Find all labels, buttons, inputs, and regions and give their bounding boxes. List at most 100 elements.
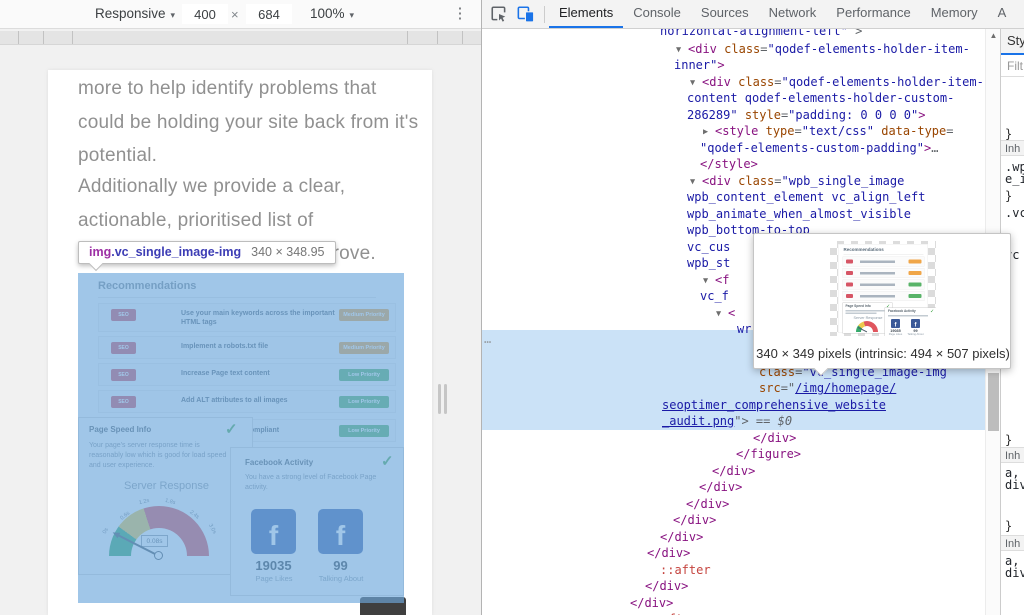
code-line[interactable]: ▼<div class="wpb_single_image — [690, 173, 904, 190]
code-line[interactable]: </div> — [647, 545, 690, 562]
scrollbar-up-icon[interactable]: ▲ — [986, 31, 1001, 40]
tab-styles[interactable]: Sty — [1007, 33, 1024, 48]
tooltip-class-name: .vc_single_image-img — [111, 245, 241, 259]
code-line[interactable]: wpb_content_element vc_align_left — [687, 189, 925, 206]
style-fragment[interactable]: e_i — [1005, 173, 1024, 186]
resize-drag-handle[interactable] — [438, 384, 450, 414]
code-line[interactable]: ▼<div class="qodef-elements-holder-item- — [676, 41, 970, 58]
code-line[interactable]: ▼<f — [703, 272, 729, 289]
code-line[interactable]: </div> — [712, 463, 755, 480]
style-fragment[interactable]: } — [1005, 519, 1012, 533]
inspect-element-icon[interactable] — [490, 5, 508, 23]
code-line[interactable]: ▶<style type="text/css" data-type= — [703, 123, 953, 140]
code-line[interactable]: ▼<div class="qodef-elements-holder-item- — [690, 74, 984, 91]
code-line[interactable]: wpb_animate_when_almost_visible — [687, 206, 911, 223]
filter-placeholder: Filt — [1007, 59, 1023, 73]
style-fragment[interactable]: } — [1005, 189, 1012, 203]
code-line[interactable]: </div> — [645, 578, 688, 595]
code-line[interactable]: horizontal-alignment-left" > — [660, 29, 862, 40]
code-line[interactable]: </style> — [700, 156, 758, 173]
code-line[interactable]: ::after — [647, 611, 698, 615]
style-fragment[interactable]: div — [1005, 567, 1024, 580]
tab-performance[interactable]: Performance — [826, 0, 920, 28]
seo-badge — [846, 271, 853, 275]
stat-label: Page Likes — [887, 333, 905, 336]
style-fragment[interactable]: Inh — [1001, 447, 1024, 463]
dimension-separator: × — [231, 7, 239, 22]
viewport-width-input[interactable] — [182, 4, 228, 24]
seo-badge — [846, 260, 853, 264]
code-line[interactable]: 286289" style="padding: 0 0 0 0"> — [687, 107, 925, 124]
text-bar — [846, 310, 886, 312]
thumbnail-checkerboard: Recommendations Page Speed Info ✓ Server… — [830, 241, 936, 336]
text-bar — [860, 295, 895, 298]
mini-heading: Recommendations — [844, 247, 884, 252]
paragraph: more to help identify problems thatcould… — [78, 72, 418, 173]
scrollbar-thumb[interactable] — [988, 373, 999, 431]
style-fragment[interactable]: .vc — [1005, 207, 1024, 220]
style-fragment[interactable]: div — [1005, 479, 1024, 492]
priority-badge — [909, 283, 922, 287]
devtools-window: Responsive▾ × 100%▾ ⋮ more to help ident… — [0, 0, 1024, 615]
code-line[interactable]: _audit.png"> == $0 — [662, 413, 792, 430]
style-fragment[interactable]: Inh — [1001, 535, 1024, 551]
priority-badge — [909, 271, 922, 275]
device-type-dropdown[interactable]: Responsive▾ — [95, 6, 175, 21]
device-type-label: Responsive — [95, 6, 166, 21]
text-line: actionable, prioritised list of — [78, 204, 376, 238]
text-bar — [888, 315, 928, 317]
mini-facebook-card: Facebook Activity ✓ f f 19035 99 Page Li… — [885, 308, 937, 337]
facebook-icon: f — [891, 319, 900, 328]
thumbnail-content: Recommendations Page Speed Info ✓ Server… — [838, 244, 928, 333]
code-line[interactable]: content qodef-elements-holder-custom- — [687, 90, 954, 107]
tab-elements[interactable]: Elements — [549, 0, 623, 28]
code-line[interactable]: vc_cus — [687, 239, 730, 256]
code-line[interactable]: </div> — [660, 529, 703, 546]
tab-network[interactable]: Network — [759, 0, 827, 28]
viewport-height-input[interactable] — [246, 4, 292, 24]
mini-gauge — [856, 321, 878, 332]
code-line[interactable]: </figure> — [736, 446, 801, 463]
code-line[interactable]: … — [484, 331, 492, 348]
code-line[interactable]: </div> — [673, 512, 716, 529]
code-line[interactable]: wpb_st — [687, 255, 730, 272]
style-fragment[interactable]: } — [1005, 433, 1012, 447]
devtools-tabs: ElementsConsoleSourcesNetworkPerformance… — [549, 0, 1016, 28]
text-line: more to help identify problems that — [78, 72, 418, 106]
code-line[interactable]: ▼< — [716, 305, 735, 322]
code-line[interactable]: </div> — [630, 595, 673, 612]
devtools-tab-bar: ElementsConsoleSourcesNetworkPerformance… — [481, 0, 1024, 29]
text-line: could be holding your site back from it'… — [78, 106, 418, 140]
mini-row — [843, 257, 925, 267]
page-viewport: more to help identify problems thatcould… — [48, 70, 432, 615]
code-line[interactable]: </div> — [686, 496, 729, 513]
mini-row — [843, 268, 925, 278]
tab-a[interactable]: A — [988, 0, 1017, 28]
code-line[interactable]: inner"> — [674, 57, 725, 74]
code-line[interactable]: </div> — [753, 430, 796, 447]
code-line[interactable]: "qodef-elements-custom-padding">… — [700, 140, 938, 157]
mini-row-list — [843, 257, 925, 303]
text-bar — [860, 272, 895, 275]
tab-sources[interactable]: Sources — [691, 0, 759, 28]
style-fragment[interactable]: } — [1005, 127, 1012, 141]
card-title: Facebook Activity — [888, 310, 916, 314]
code-line[interactable]: wr — [737, 321, 751, 338]
audit-image-thumbnail: Recommendations Page Speed Info ✓ Server… — [830, 241, 936, 336]
chevron-down-icon: ▾ — [350, 10, 355, 20]
text-bar — [860, 284, 895, 287]
more-options-icon[interactable]: ⋮ — [452, 4, 468, 22]
tab-console[interactable]: Console — [623, 0, 691, 28]
code-line[interactable]: ::after — [660, 562, 711, 579]
code-line[interactable]: vc_f — [700, 288, 729, 305]
pane-divider[interactable] — [481, 0, 482, 615]
device-toolbar-icon[interactable] — [517, 5, 535, 23]
code-line[interactable]: src="/img/homepage/ — [759, 380, 896, 397]
styles-filter-row[interactable]: Filt — [1001, 55, 1024, 77]
viewport-ruler — [0, 31, 481, 45]
tab-memory[interactable]: Memory — [921, 0, 988, 28]
style-fragment[interactable]: Inh — [1001, 140, 1024, 156]
zoom-dropdown[interactable]: 100%▾ — [310, 6, 354, 21]
code-line[interactable]: seoptimer_comprehensive_website — [662, 397, 886, 414]
code-line[interactable]: </div> — [699, 479, 742, 496]
